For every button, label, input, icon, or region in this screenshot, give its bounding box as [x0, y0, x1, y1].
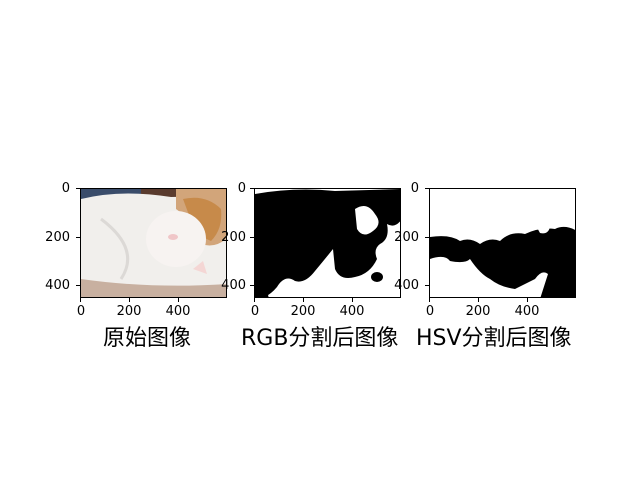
x-tick-label: 200 — [465, 304, 491, 319]
hsv-mask-axes — [429, 188, 576, 298]
x-tick-label: 0 — [425, 304, 435, 319]
y-tick-label: 200 — [394, 230, 419, 245]
panel-hsv: 0 200 400 0 200 400 HSV分割后图像 — [0, 0, 640, 480]
x-tick-label: 400 — [514, 304, 540, 319]
panel-title: HSV分割后图像 — [416, 326, 572, 351]
y-tick-label: 0 — [410, 181, 419, 196]
hsv-mask-image — [430, 189, 575, 297]
y-tick-label: 400 — [394, 278, 419, 293]
